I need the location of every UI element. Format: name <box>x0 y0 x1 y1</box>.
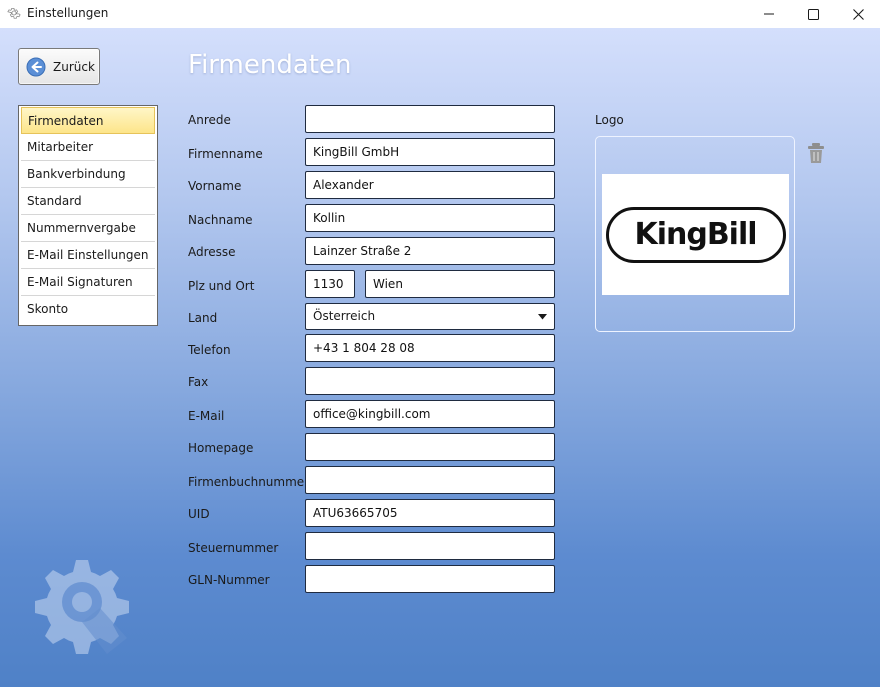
label-adresse: Adresse <box>188 245 236 259</box>
logo-dropzone[interactable]: KingBill <box>595 136 795 332</box>
land-select-value: Österreich <box>313 309 376 323</box>
maximize-button[interactable] <box>790 0 836 28</box>
minimize-button[interactable] <box>746 0 792 28</box>
close-button[interactable] <box>835 0 880 28</box>
firmenname-input[interactable] <box>305 138 555 166</box>
logo-brand-text: KingBill <box>634 217 757 252</box>
logo-label: Logo <box>595 113 624 127</box>
label-firmenname: Firmenname <box>188 147 263 161</box>
maximize-icon <box>807 8 819 20</box>
label-uid: UID <box>188 507 210 521</box>
label-anrede: Anrede <box>188 113 231 127</box>
uid-input[interactable] <box>305 499 555 527</box>
land-select[interactable]: Österreich <box>305 303 555 330</box>
label-nachname: Nachname <box>188 213 253 227</box>
label-email: E-Mail <box>188 409 225 423</box>
company-logo-image: KingBill <box>602 174 789 295</box>
nav-item-email-einstellungen[interactable]: E-Mail Einstellungen <box>21 242 155 269</box>
nav-item-skonto[interactable]: Skonto <box>21 296 155 323</box>
fax-input[interactable] <box>305 367 555 395</box>
trash-icon[interactable] <box>806 142 826 164</box>
page-title: Firmendaten <box>188 50 352 80</box>
label-land: Land <box>188 311 218 325</box>
nav-item-firmendaten[interactable]: Firmendaten <box>21 107 155 134</box>
title-bar: Einstellungen <box>0 0 880 28</box>
steuernummer-input[interactable] <box>305 532 555 560</box>
arrow-left-icon <box>26 57 46 76</box>
ort-input[interactable] <box>365 270 555 298</box>
label-gln-nummer: GLN-Nummer <box>188 573 270 587</box>
nachname-input[interactable] <box>305 204 555 232</box>
decorative-gear-icon <box>35 560 129 654</box>
back-button[interactable]: Zurück <box>18 48 100 85</box>
vorname-input[interactable] <box>305 171 555 199</box>
nav-item-standard[interactable]: Standard <box>21 188 155 215</box>
logo-pill: KingBill <box>605 206 786 263</box>
chevron-down-icon <box>532 306 552 327</box>
back-button-label: Zurück <box>53 59 95 74</box>
settings-nav-list: Firmendaten Mitarbeiter Bankverbindung S… <box>18 105 158 326</box>
nav-item-bankverbindung[interactable]: Bankverbindung <box>21 161 155 188</box>
adresse-input[interactable] <box>305 237 555 265</box>
email-input[interactable] <box>305 400 555 428</box>
gear-icon <box>7 7 21 19</box>
homepage-input[interactable] <box>305 433 555 461</box>
label-firmenbuchnummer: Firmenbuchnummer <box>188 475 310 489</box>
label-steuernummer: Steuernummer <box>188 541 279 555</box>
anrede-input[interactable] <box>305 105 555 133</box>
plz-input[interactable] <box>305 270 355 298</box>
telefon-input[interactable] <box>305 334 555 362</box>
nav-item-nummernvergabe[interactable]: Nummernvergabe <box>21 215 155 242</box>
window-title: Einstellungen <box>27 6 109 20</box>
nav-item-email-signaturen[interactable]: E-Mail Signaturen <box>21 269 155 296</box>
minimize-icon <box>764 13 774 15</box>
gln-nummer-input[interactable] <box>305 565 555 593</box>
close-icon <box>852 8 864 20</box>
label-telefon: Telefon <box>188 343 231 357</box>
label-vorname: Vorname <box>188 179 242 193</box>
label-plz-ort: Plz und Ort <box>188 279 255 293</box>
nav-item-mitarbeiter[interactable]: Mitarbeiter <box>21 134 155 161</box>
label-fax: Fax <box>188 375 209 389</box>
settings-client-area: Zurück Firmendaten Mitarbeiter Bankverbi… <box>0 28 880 687</box>
firmenbuchnummer-input[interactable] <box>305 466 555 494</box>
label-homepage: Homepage <box>188 441 254 455</box>
